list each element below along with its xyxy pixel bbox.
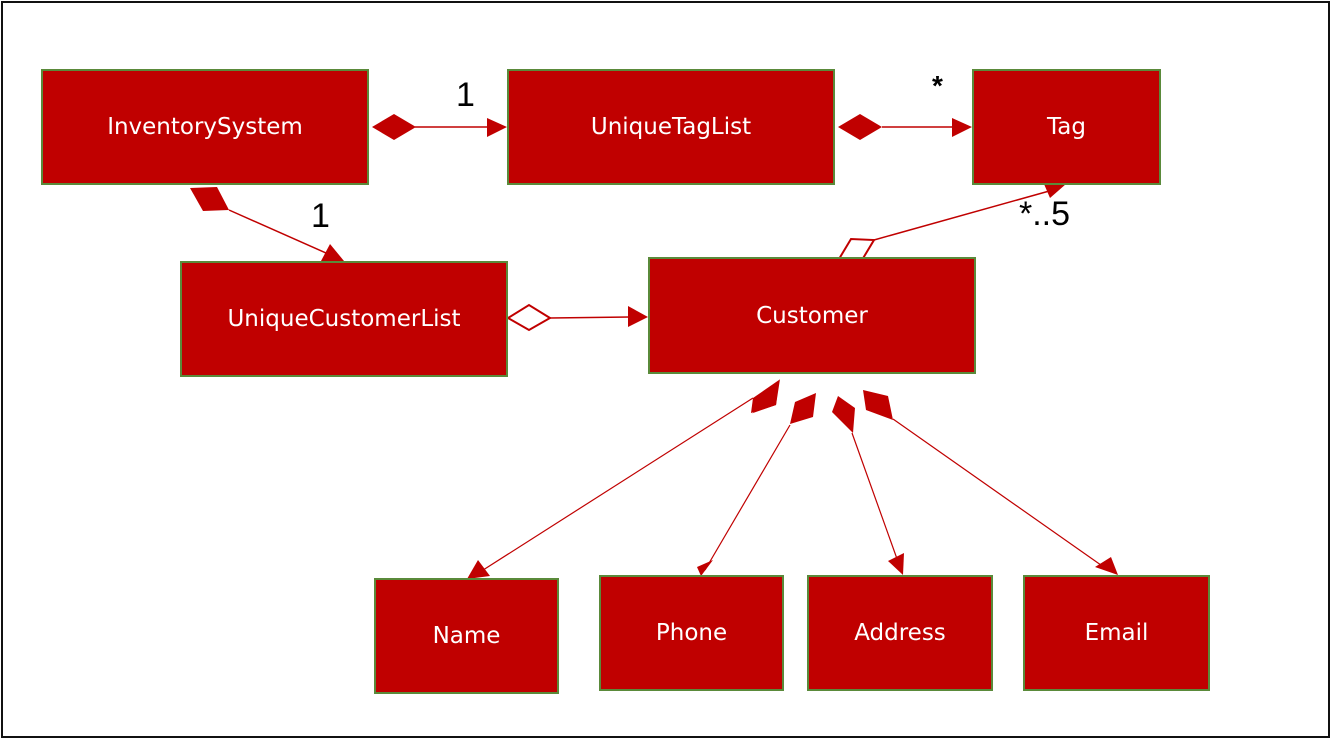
arrowhead <box>1095 557 1118 575</box>
class-tag[interactable]: Tag <box>972 69 1161 185</box>
multiplicity-customer-to-tag: *..5 <box>1019 195 1071 233</box>
multiplicity-inventory-to-taglist: 1 <box>456 76 475 114</box>
class-name: Customer <box>756 302 868 329</box>
arrowhead <box>628 306 648 327</box>
edge-customer-to-email <box>863 390 1118 575</box>
class-name: UniqueTagList <box>590 114 752 140</box>
class-phone[interactable]: Phone <box>599 575 784 691</box>
composition-diamond <box>190 187 229 211</box>
class-inventory-system[interactable]: InventorySystem <box>41 69 369 185</box>
class-name: Tag <box>1047 114 1086 140</box>
arrowhead <box>487 118 507 137</box>
composition-diamond <box>751 380 779 413</box>
arrowhead <box>697 560 713 576</box>
arrowhead <box>952 118 972 137</box>
edge-customerlist-to-customer <box>506 303 648 332</box>
class-customer[interactable]: Customer <box>648 257 976 374</box>
class-name: UniqueCustomerList <box>227 306 461 332</box>
class-name[interactable]: Name <box>374 578 559 694</box>
multiplicity-taglist-to-tag: * <box>932 70 943 101</box>
composition-diamond <box>832 396 855 433</box>
class-name-label: Phone <box>655 620 728 646</box>
edge-customer-to-phone <box>697 393 816 576</box>
edge-inventory-to-taglist <box>372 114 507 140</box>
class-name-label: Address <box>854 620 946 646</box>
edge-customer-to-address <box>832 396 904 575</box>
class-unique-customer-list[interactable]: UniqueCustomerList <box>180 261 508 377</box>
composition-diamond <box>838 114 882 140</box>
edge-customer-to-name <box>467 379 780 579</box>
multiplicity-inventory-to-customerlist: 1 <box>311 197 330 235</box>
class-unique-tag-list[interactable]: UniqueTagList <box>507 69 835 185</box>
class-name: InventorySystem <box>107 114 303 140</box>
arrowhead <box>467 560 490 579</box>
composition-diamond <box>372 114 416 140</box>
class-name-label: Email <box>1084 620 1149 646</box>
class-address[interactable]: Address <box>807 575 993 691</box>
class-name-label: Name <box>432 623 501 649</box>
edge-taglist-to-tag <box>838 114 972 140</box>
composition-diamond <box>790 393 816 424</box>
aggregation-diamond <box>506 303 552 332</box>
composition-diamond <box>863 390 893 420</box>
class-email[interactable]: Email <box>1023 575 1210 691</box>
